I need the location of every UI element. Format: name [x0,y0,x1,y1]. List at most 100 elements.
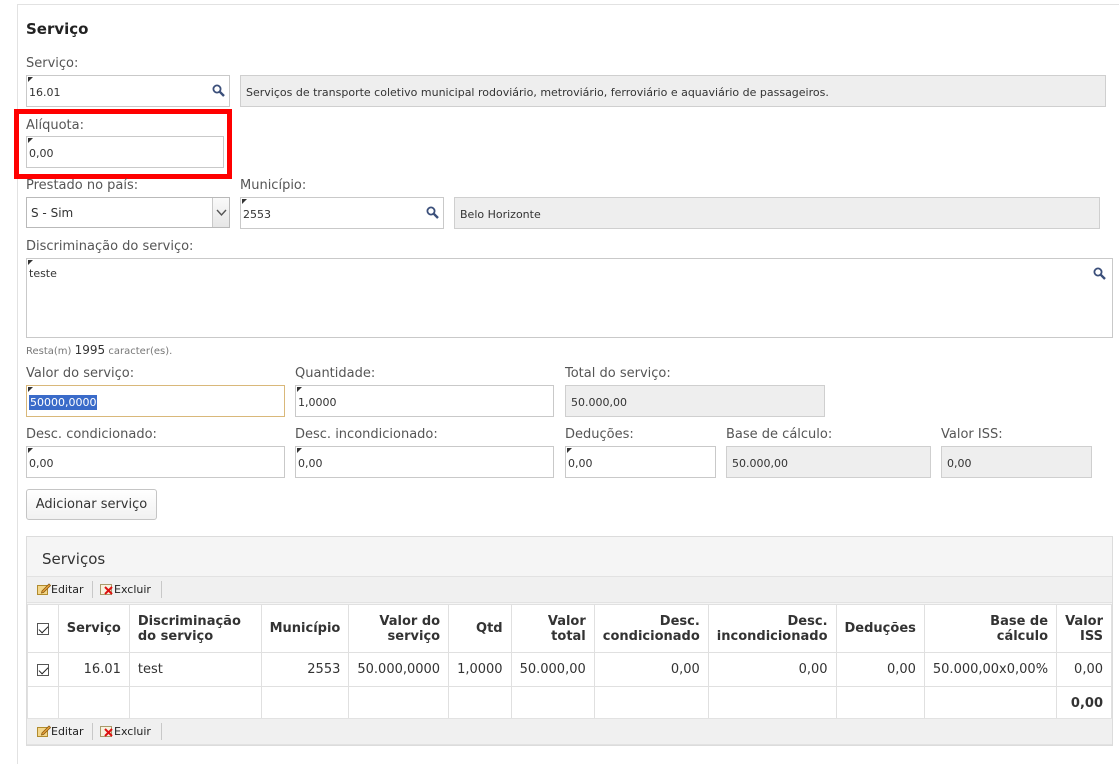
desc-incondicionado-input[interactable]: 0,00 [295,446,554,478]
section-title: Serviço [26,20,89,38]
search-icon[interactable] [212,84,225,97]
select-all-checkbox[interactable] [27,604,59,653]
remaining-chars: Resta(m) 1995 caracter(es). [26,343,172,357]
desc-condicionado-value: 0,00 [29,457,54,470]
grid-title: Serviços [42,550,106,568]
municipio-label: Município: [240,178,307,193]
discriminacao-value: teste [29,267,57,280]
grid-toolbar-top: Editar Excluir [27,576,1112,603]
cell-iss: 0,00 [1056,652,1112,687]
edit-button[interactable]: Editar [37,583,84,596]
valor-iss-field: 0,00 [941,446,1092,478]
table-row[interactable]: 16.01 test 2553 50.000,0000 1,0000 50.00… [27,652,1112,687]
col-iss-l1: Valor [1065,613,1103,629]
servico-label: Serviço: [26,56,79,71]
cell-total: 50.000,00 [510,652,595,687]
edit-icon [37,583,52,595]
col-total-l2: total [551,628,586,644]
cell-discriminacao: test [128,652,262,687]
desc-incondicionado-label: Desc. incondicionado: [295,427,438,442]
deducoes-label: Deduções: [565,427,634,442]
servico-code-input[interactable]: 16.01 [26,75,230,107]
cell-desc-inc: 0,00 [707,652,837,687]
valor-servico-input[interactable]: 50000,0000 [26,385,285,417]
delete-button[interactable]: Excluir [100,725,151,738]
total-servico-field: 50.000,00 [565,385,825,417]
col-total[interactable]: Valor total [510,604,595,653]
cell-deducoes: 0,00 [835,652,925,687]
quantidade-value: 1,0000 [298,396,337,409]
quantidade-input[interactable]: 1,0000 [295,385,554,417]
servico-description-field: Serviços de transporte coletivo municipa… [240,75,1106,107]
grid-toolbar-bottom: Editar Excluir [27,718,1112,745]
cell-base: 50.000,00x0,00% [923,652,1058,687]
col-deducoes[interactable]: Deduções [835,604,925,653]
col-discriminacao[interactable]: Discriminação do serviço [128,604,262,653]
valor-servico-value: 50000,0000 [29,395,98,410]
col-dcond-l2: condicionado [602,628,700,644]
municipio-code-value: 2553 [243,208,271,221]
prestado-label: Prestado no país: [26,178,139,193]
base-calculo-field: 50.000,00 [726,446,931,478]
base-calculo-label: Base de cálculo: [726,427,833,442]
chevron-down-icon[interactable] [212,198,229,227]
col-servico[interactable]: Serviço [57,604,130,653]
services-table: Serviço Discriminação do serviço Municíp… [27,604,1112,721]
col-dinc-l1: Desc. [787,613,828,629]
col-base[interactable]: Base de cálculo [923,604,1058,653]
delete-icon [100,726,113,737]
desc-condicionado-input[interactable]: 0,00 [26,446,285,478]
search-icon[interactable] [426,206,439,219]
deducoes-value: 0,00 [568,457,593,470]
valor-servico-label: Valor do serviço: [26,366,135,381]
prestado-select[interactable]: S - Sim [26,197,230,228]
delete-button[interactable]: Excluir [100,583,151,596]
municipio-code-input[interactable]: 2553 [240,197,444,229]
col-valor[interactable]: Valor do serviço [348,604,450,653]
search-icon[interactable] [1093,267,1106,280]
servico-code-value: 16.01 [29,86,61,99]
col-base-l2: cálculo [996,628,1049,644]
cell-desc-cond: 0,00 [593,652,709,687]
prestado-value: S - Sim [31,206,74,220]
row-checkbox[interactable] [27,652,59,687]
discriminacao-label: Discriminação do serviço: [26,239,194,254]
cell-valor: 50.000,0000 [348,652,450,687]
remaining-prefix: Resta(m) [26,346,72,357]
col-desc-cond[interactable]: Desc. condicionado [593,604,709,653]
col-municipio[interactable]: Município [260,604,350,653]
col-iss[interactable]: Valor ISS [1056,604,1112,653]
deducoes-input[interactable]: 0,00 [565,446,716,478]
edit-button[interactable]: Editar [37,725,84,738]
col-qtd[interactable]: Qtd [448,604,512,653]
edit-icon [37,725,52,737]
col-desc-inc[interactable]: Desc. incondicionado [707,604,837,653]
delete-label: Excluir [114,583,151,596]
total-servico-label: Total do serviço: [565,366,671,381]
col-valor-l2: serviço [387,628,441,644]
col-iss-l2: ISS [1080,628,1103,644]
cell-servico: 16.01 [57,652,130,687]
col-base-l1: Base de [990,613,1049,629]
remaining-suffix: caracter(es). [108,346,173,357]
remaining-count: 1995 [74,343,106,357]
delete-icon [100,584,113,595]
edit-label: Editar [51,583,84,596]
table-total-row: 0,00 [27,686,1112,721]
discriminacao-textarea[interactable]: teste [26,258,1113,338]
services-grid: Serviços Editar Excluir Serviço Discrimi… [26,536,1113,746]
valor-iss-label: Valor ISS: [941,427,1003,442]
delete-label: Excluir [114,725,151,738]
table-header: Serviço Discriminação do serviço Municíp… [27,604,1112,653]
add-service-button[interactable]: Adicionar serviço [26,489,157,520]
municipio-name-field: Belo Horizonte [454,197,1100,229]
col-valor-l1: Valor do [379,613,441,629]
quantidade-label: Quantidade: [295,366,376,381]
cell-qtd: 1,0000 [448,652,512,687]
edit-label: Editar [51,725,84,738]
highlight-box [14,109,232,179]
desc-incondicionado-value: 0,00 [298,457,323,470]
cell-municipio: 2553 [260,652,350,687]
total-iss: 0,00 [1056,686,1112,721]
desc-condicionado-label: Desc. condicionado: [26,427,157,442]
